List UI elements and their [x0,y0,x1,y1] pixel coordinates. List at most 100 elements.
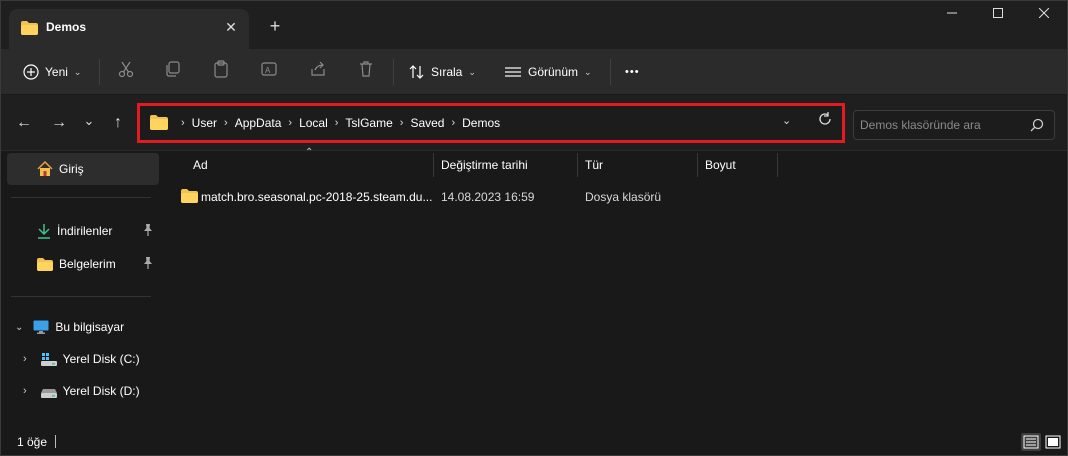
file-list: ⌃ Ad Değiştirme tarihi Tür Boyut match.b… [163,147,1067,429]
breadcrumb-separator: › [399,116,404,129]
sidebar-item-documents[interactable]: Belgelerim [7,248,159,280]
chevron-down-icon: ⌄ [73,66,82,77]
sidebar-divider [11,296,151,297]
folder-icon [37,257,53,271]
details-view-button[interactable] [1021,433,1041,451]
sidebar-item-label: Yerel Disk (D:) [62,384,140,398]
table-row[interactable]: match.bro.seasonal.pc-2018-25.steam.du..… [177,185,777,209]
search-box[interactable] [853,110,1055,140]
minimize-button[interactable] [929,7,975,29]
folder-icon [181,189,198,206]
sort-icon [409,65,424,79]
download-icon [37,223,51,239]
breadcrumb-user[interactable]: User [192,116,217,130]
pin-icon[interactable] [143,257,153,272]
column-divider[interactable] [697,153,698,177]
sidebar-item-label: Yerel Disk (C:) [62,352,140,366]
sidebar-item-disk-c[interactable]: › Yerel Disk (C:) [7,343,159,375]
search-input[interactable] [860,117,1020,133]
status-separator [55,435,56,448]
copy-icon[interactable] [164,60,186,82]
sidebar-item-home[interactable]: Giriş [7,153,159,185]
title-bar: Demos ✕ + [1,1,1067,49]
file-type: Dosya klasörü [585,190,662,204]
file-name: match.bro.seasonal.pc-2018-25.steam.du..… [201,190,433,204]
chevron-down-icon: ⌄ [584,66,592,77]
column-divider[interactable] [777,153,778,177]
column-header-type[interactable]: Tür [585,151,603,179]
column-divider[interactable] [433,153,434,177]
view-list-icon [505,67,521,77]
sidebar-item-label: Giriş [59,162,84,176]
file-explorer-window: Demos ✕ + Yeni ⌄ A Sırala ⌄ Görünüm ⌄ ••… [0,0,1068,456]
more-options-button[interactable]: ••• [625,57,640,87]
close-tab-icon[interactable]: ✕ [221,17,241,37]
new-tab-button[interactable]: + [263,15,287,39]
address-bar[interactable]: › User › AppData › Local › TslGame › Sav… [137,103,845,143]
new-button[interactable]: Yeni ⌄ [23,57,81,87]
maximize-button[interactable] [975,7,1021,29]
view-button[interactable]: Görünüm ⌄ [504,57,592,87]
breadcrumb-appdata[interactable]: AppData [235,116,282,130]
column-divider[interactable] [577,153,578,177]
separator [610,59,611,85]
breadcrumb-tslgame[interactable]: TslGame [345,116,392,130]
folder-icon [21,21,38,38]
breadcrumb-separator: › [181,116,185,129]
sidebar-item-this-pc[interactable]: ⌄ Bu bilgisayar [7,311,159,343]
close-window-button[interactable] [1021,7,1067,29]
separator [99,59,100,85]
address-dropdown-icon[interactable]: ⌄ [782,114,791,127]
tab-title: Demos [46,20,87,34]
home-icon [37,161,53,177]
column-header-modified[interactable]: Değiştirme tarihi [441,151,528,179]
tab-demos[interactable]: Demos ✕ [9,9,249,49]
windows-disk-icon [40,352,57,366]
svg-text:A: A [265,66,271,75]
folder-icon [150,115,168,130]
chevron-right-icon[interactable]: › [23,353,27,365]
breadcrumb-separator: › [224,116,228,129]
sidebar-item-label: Belgelerim [59,257,116,271]
sort-label: Sırala [431,65,463,79]
refresh-icon[interactable] [818,112,832,129]
breadcrumb-separator: › [451,116,456,129]
back-button[interactable]: ← [13,113,35,135]
sidebar-divider [11,197,151,198]
column-header-name[interactable]: Ad [193,151,208,179]
breadcrumb-saved[interactable]: Saved [410,116,444,130]
rename-icon[interactable]: A [260,60,282,82]
chevron-right-icon[interactable]: › [23,385,27,397]
command-bar: Yeni ⌄ A Sırala ⌄ Görünüm ⌄ ••• [1,49,1067,95]
chevron-down-icon[interactable]: ⌄ [15,322,23,333]
breadcrumb-local[interactable]: Local [299,116,328,130]
search-icon[interactable] [1030,118,1044,135]
navigation-row: ← → ⌄ ↑ › User › AppData › Local › TslGa… [1,95,1067,151]
forward-button[interactable]: → [48,113,70,135]
tiles-view-button[interactable] [1043,433,1063,451]
new-label: Yeni [45,65,68,79]
pin-icon[interactable] [143,224,153,239]
file-modified: 14.08.2023 16:59 [441,190,535,204]
sort-ascending-icon: ⌃ [305,147,314,158]
breadcrumb-separator: › [334,116,339,129]
paste-icon[interactable] [212,60,234,82]
disk-icon [40,385,57,398]
navigation-pane: Giriş İndirilenler Belgelerim ⌄ Bu bilgi… [1,151,161,429]
computer-icon [33,320,49,334]
delete-icon[interactable] [357,60,379,82]
separator [393,59,394,85]
sidebar-item-downloads[interactable]: İndirilenler [7,215,159,247]
sort-button[interactable]: Sırala ⌄ [409,57,476,87]
view-label: Görünüm [528,65,579,79]
sidebar-item-disk-d[interactable]: › Yerel Disk (D:) [7,375,159,407]
status-bar: 1 öğe [1,429,1067,455]
up-button[interactable]: ↑ [107,113,129,135]
cut-icon[interactable] [117,60,139,82]
breadcrumb: › User › AppData › Local › TslGame › Sav… [150,115,500,130]
breadcrumb-demos[interactable]: Demos [462,116,500,130]
recent-locations-button[interactable]: ⌄ [78,111,100,133]
share-icon[interactable] [309,60,331,82]
column-header-size[interactable]: Boyut [705,151,736,179]
plus-circle-icon [23,64,39,80]
